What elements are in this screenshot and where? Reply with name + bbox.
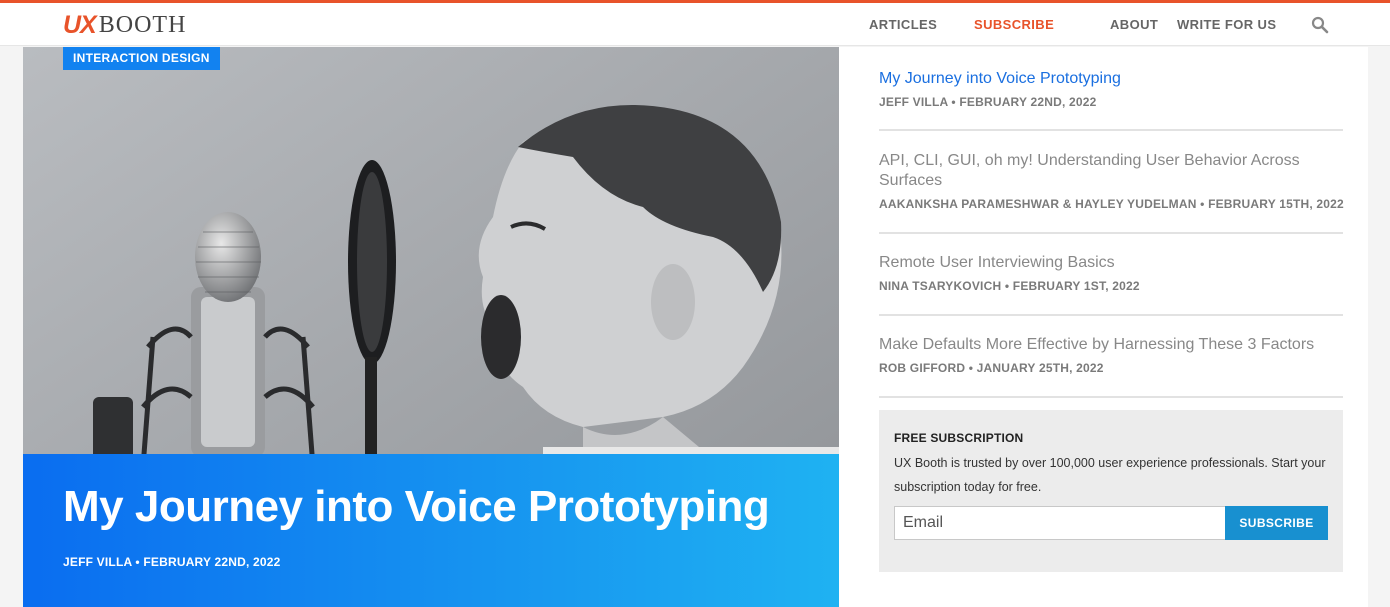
subscription-heading: FREE SUBSCRIPTION: [894, 431, 1024, 445]
divider: [879, 396, 1343, 398]
nav-subscribe[interactable]: SUBSCRIBE: [974, 17, 1054, 32]
article-title-link[interactable]: Remote User Interviewing Basics: [879, 253, 1343, 273]
divider: [879, 314, 1343, 316]
list-item[interactable]: Make Defaults More Effective by Harnessi…: [879, 335, 1343, 375]
logo-ux-mark: UX: [63, 10, 97, 39]
article-title-link[interactable]: API, CLI, GUI, oh my! Understanding User…: [879, 151, 1343, 191]
nav-about[interactable]: ABOUT: [1110, 17, 1158, 32]
list-item[interactable]: API, CLI, GUI, oh my! Understanding User…: [879, 151, 1344, 211]
article-meta: JEFF VILLA • FEBRUARY 22ND, 2022: [879, 95, 1097, 109]
email-field[interactable]: [894, 506, 1226, 540]
page-gutter: [1368, 47, 1390, 607]
article-meta: ROB GIFFORD • JANUARY 25TH, 2022: [879, 361, 1104, 375]
list-item[interactable]: Remote User Interviewing Basics NINA TSA…: [879, 253, 1343, 293]
subscription-text: UX Booth is trusted by over 100,000 user…: [894, 456, 1326, 494]
list-item[interactable]: My Journey into Voice Prototyping JEFF V…: [879, 69, 1343, 109]
category-badge[interactable]: INTERACTION DESIGN: [63, 47, 220, 70]
subscription-box: FREE SUBSCRIPTION UX Booth is trusted by…: [879, 410, 1343, 572]
nav-articles[interactable]: ARTICLES: [869, 17, 937, 32]
site-logo[interactable]: UX BOOTH: [63, 11, 186, 39]
search-icon[interactable]: [1311, 16, 1329, 34]
site-header: UX BOOTH ARTICLES SUBSCRIBE ABOUT WRITE …: [0, 3, 1390, 46]
featured-meta: JEFF VILLA • FEBRUARY 22ND, 2022: [63, 555, 281, 569]
article-title-link[interactable]: My Journey into Voice Prototyping: [879, 69, 1343, 89]
article-meta: NINA TSARYKOVICH • FEBRUARY 1ST, 2022: [879, 279, 1140, 293]
nav-write-for-us[interactable]: WRITE FOR US: [1177, 17, 1276, 32]
article-meta: AAKANKSHA PARAMESHWAR & HAYLEY YUDELMAN …: [879, 197, 1344, 211]
logo-booth-wordmark: BOOTH: [98, 11, 187, 38]
divider: [879, 232, 1343, 234]
featured-title[interactable]: My Journey into Voice Prototyping: [63, 482, 770, 532]
article-title-link[interactable]: Make Defaults More Effective by Harnessi…: [879, 335, 1343, 355]
subscribe-button[interactable]: SUBSCRIBE: [1225, 506, 1328, 540]
hero-title-panel: My Journey into Voice Prototyping JEFF V…: [23, 454, 839, 607]
divider: [879, 129, 1343, 131]
featured-article-card[interactable]: INTERACTION DESIGN My Journey into Voice…: [23, 47, 839, 607]
recent-articles-sidebar: My Journey into Voice Prototyping JEFF V…: [839, 47, 1368, 607]
